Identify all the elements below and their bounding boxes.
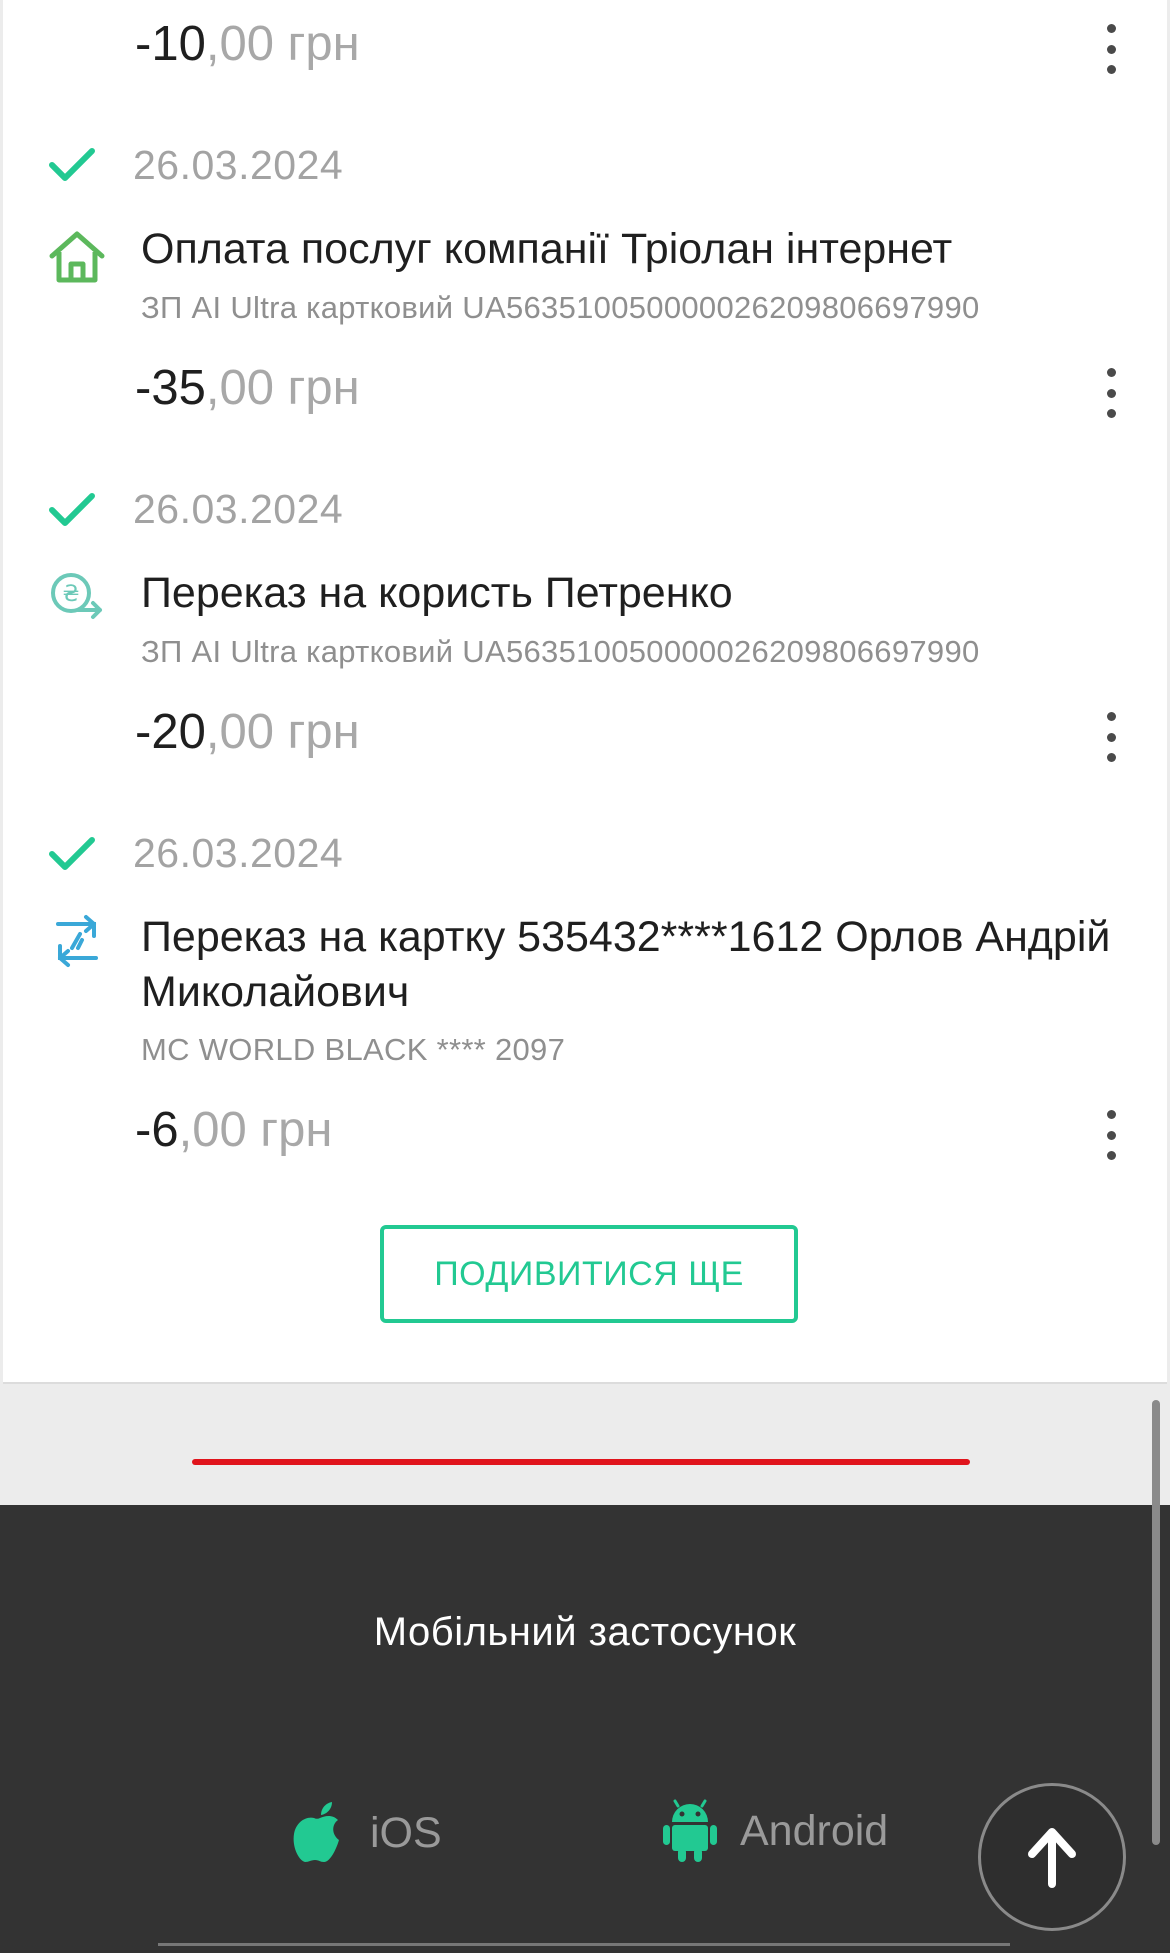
transaction-title[interactable]: Переказ на картку 535432****1612 Орлов А…	[141, 910, 1141, 1020]
transaction-date: 26.03.2024	[133, 142, 344, 188]
transaction-amount: -6,00 грн	[135, 1103, 333, 1157]
apple-icon	[293, 1802, 339, 1862]
android-icon	[663, 1799, 717, 1862]
ios-app-link[interactable]: iOS	[292, 1800, 442, 1866]
transaction-account: ЗП AI Ultra картковий UA5635100500000262…	[141, 290, 980, 325]
more-options-icon[interactable]	[1104, 1110, 1118, 1160]
ios-label: iOS	[370, 1808, 442, 1857]
arrow-up-icon	[1028, 1828, 1076, 1888]
android-app-link[interactable]: Android	[662, 1798, 888, 1864]
scroll-to-top-button[interactable]	[978, 1783, 1126, 1931]
transaction-date: 26.03.2024	[133, 830, 344, 876]
hryvnia-transfer-icon: ₴	[51, 573, 102, 619]
more-options-icon[interactable]	[1104, 368, 1118, 418]
transaction-title[interactable]: Переказ на користь Петренко	[141, 566, 1141, 621]
house-icon	[49, 231, 105, 283]
more-options-icon[interactable]	[1104, 24, 1118, 74]
transaction-date: 26.03.2024	[133, 486, 344, 532]
transaction-account: MC WORLD BLACK **** 2097	[141, 1032, 566, 1067]
svg-text:₴: ₴	[62, 582, 79, 607]
transaction-title[interactable]: Оплата послуг компанії Тріолан інтернет	[141, 222, 1141, 277]
show-more-button[interactable]: ПОДИВИТИСЯ ЩЕ	[380, 1225, 798, 1323]
transaction-amount: -35,00 грн	[135, 361, 360, 415]
more-options-icon[interactable]	[1104, 712, 1118, 762]
card-transfer-icon	[56, 915, 98, 967]
footer-title: Мобільний застосунок	[373, 1610, 797, 1654]
android-label: Android	[740, 1806, 889, 1855]
scrollbar[interactable]	[1152, 1400, 1160, 1845]
red-divider	[192, 1459, 970, 1465]
transactions-card: -10,00 грн 26.03.2024 Оплата послуг комп…	[3, 0, 1167, 1384]
checkmark-icon	[49, 148, 95, 181]
transaction-amount: -20,00 грн	[135, 705, 360, 759]
checkmark-icon	[49, 837, 95, 870]
checkmark-icon	[49, 493, 95, 526]
transaction-account: ЗП AI Ultra картковий UA5635100500000262…	[141, 634, 980, 669]
transaction-amount: -10,00 грн	[135, 17, 360, 71]
footer-divider	[158, 1943, 1010, 1946]
